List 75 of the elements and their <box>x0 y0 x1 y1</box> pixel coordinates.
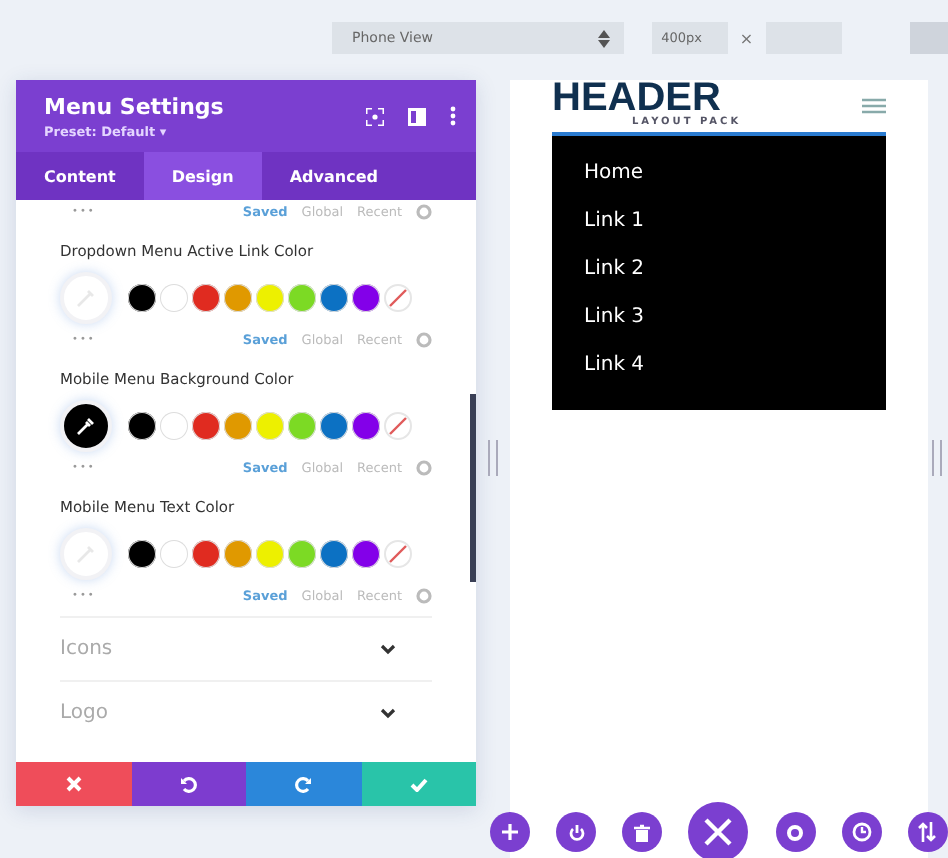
updown-icon <box>597 29 610 47</box>
panel-title: Menu Settings <box>44 93 226 119</box>
cancel-button[interactable] <box>16 762 131 806</box>
power-icon <box>567 823 586 841</box>
color-swatch[interactable] <box>160 540 188 568</box>
no-color-swatch[interactable] <box>384 412 412 440</box>
color-swatch[interactable] <box>128 412 156 440</box>
menu-link[interactable]: Link 4 <box>584 352 854 378</box>
more-icon[interactable] <box>450 106 456 126</box>
color-swatch[interactable] <box>256 412 284 440</box>
color-swatch[interactable] <box>192 540 220 568</box>
color-swatch[interactable] <box>160 412 188 440</box>
close-icon <box>65 776 82 792</box>
trash-button[interactable] <box>622 812 663 852</box>
color-swatch[interactable] <box>224 540 252 568</box>
expand-icon[interactable] <box>366 107 384 125</box>
color-swatch[interactable] <box>192 284 220 312</box>
menu-link[interactable]: Link 3 <box>584 304 854 330</box>
plus-icon <box>502 824 518 840</box>
color-swatch[interactable] <box>320 284 348 312</box>
gear-button[interactable] <box>775 812 816 852</box>
color-swatch[interactable] <box>352 412 380 440</box>
gear-icon <box>786 823 805 841</box>
clock-icon <box>851 822 872 842</box>
history-button[interactable] <box>841 812 882 852</box>
menu-link[interactable]: Link 1 <box>584 208 854 234</box>
check-icon <box>409 777 428 791</box>
section-toggle[interactable]: Icons <box>60 616 432 680</box>
trash-icon <box>634 823 651 841</box>
color-swatch[interactable] <box>224 412 252 440</box>
sort-button[interactable] <box>907 812 948 852</box>
gear-icon[interactable] <box>416 332 432 348</box>
color-swatch[interactable] <box>288 412 316 440</box>
gear-icon[interactable] <box>416 460 432 476</box>
undo-button[interactable] <box>131 762 246 806</box>
color-swatch[interactable] <box>352 540 380 568</box>
close-icon <box>704 818 733 846</box>
section-toggle[interactable]: Logo <box>60 680 432 744</box>
no-color-swatch[interactable] <box>384 284 412 312</box>
menu-icon[interactable] <box>862 98 886 114</box>
power-button[interactable] <box>556 812 597 852</box>
scrollbar[interactable] <box>470 394 476 582</box>
redo-icon <box>294 775 313 793</box>
menu-link[interactable]: Link 2 <box>584 256 854 282</box>
color-swatch[interactable] <box>352 284 380 312</box>
panel-tab[interactable]: Content <box>16 152 144 200</box>
times-sign: × <box>739 29 754 47</box>
gear-icon[interactable] <box>416 588 432 604</box>
color-swatch[interactable] <box>256 284 284 312</box>
sort-icon <box>918 822 937 842</box>
color-swatch[interactable] <box>192 412 220 440</box>
color-swatch[interactable] <box>256 540 284 568</box>
color-swatch[interactable] <box>224 284 252 312</box>
undo-icon <box>179 775 198 793</box>
color-swatch[interactable] <box>288 540 316 568</box>
sidebar-icon[interactable] <box>408 107 426 125</box>
panel-tab[interactable]: Design <box>143 152 262 200</box>
color-picker[interactable] <box>60 400 112 452</box>
color-swatch[interactable] <box>320 412 348 440</box>
menu-link[interactable]: Home <box>584 160 854 186</box>
color-swatch[interactable] <box>160 284 188 312</box>
gear-icon[interactable] <box>416 204 432 220</box>
resize-handle[interactable] <box>488 440 498 476</box>
eyedropper-icon <box>76 416 96 436</box>
panel-tab[interactable]: Advanced <box>261 152 406 200</box>
color-swatch[interactable] <box>288 284 316 312</box>
close-button[interactable] <box>688 802 749 858</box>
add-button[interactable] <box>490 812 530 852</box>
resize-handle[interactable] <box>932 440 942 476</box>
color-swatch[interactable] <box>128 284 156 312</box>
color-swatch[interactable] <box>128 540 156 568</box>
redo-button[interactable] <box>246 762 361 806</box>
color-swatch[interactable] <box>320 540 348 568</box>
no-color-swatch[interactable] <box>384 540 412 568</box>
logo-title: HEADER <box>552 84 721 114</box>
